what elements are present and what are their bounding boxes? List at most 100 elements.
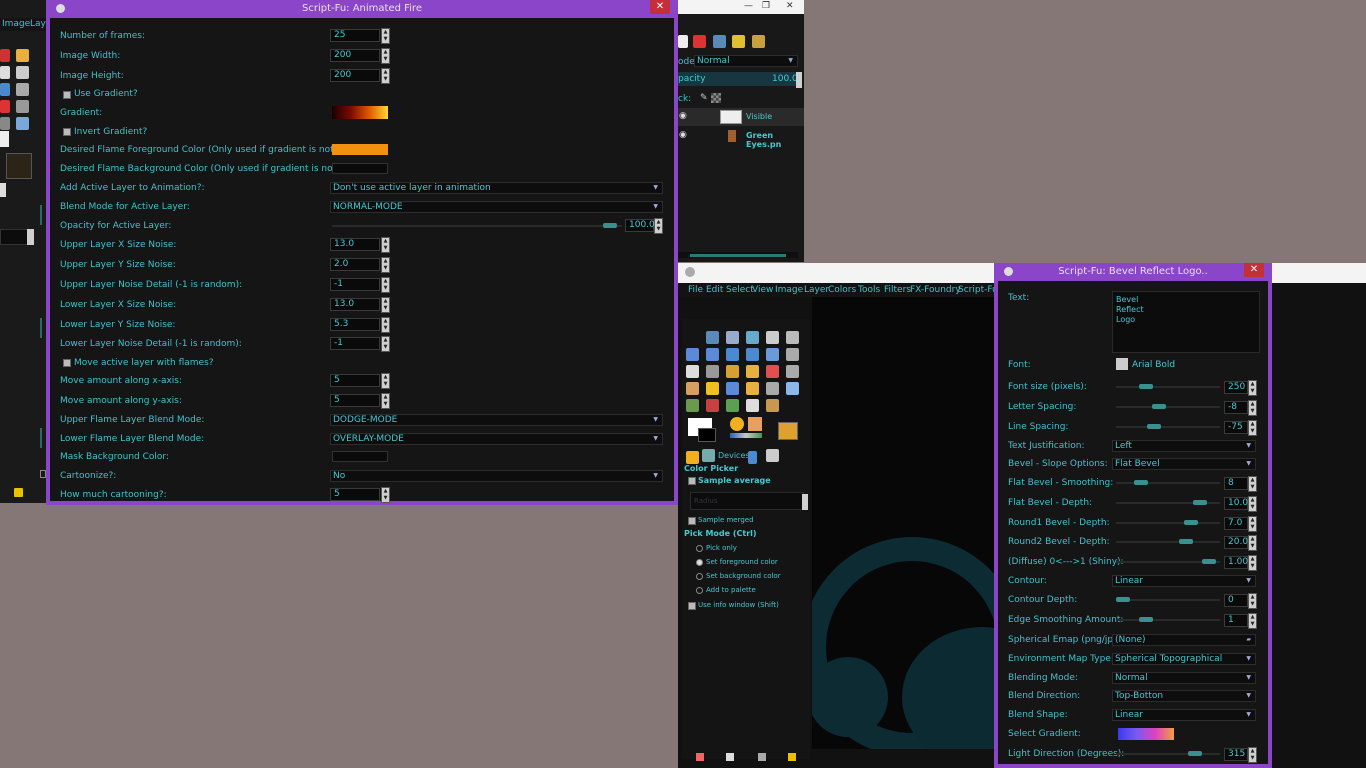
save-options-icon[interactable] [696, 753, 704, 761]
bevel-slider[interactable] [1116, 426, 1220, 428]
menu-select[interactable]: Select [726, 285, 754, 295]
animated-fire-titlebar[interactable]: Script-Fu: Animated Fire ✕ [50, 0, 674, 18]
channels-tab-icon[interactable] [693, 35, 706, 48]
invert-gradient-checkbox[interactable] [63, 128, 71, 136]
blend-icon[interactable] [706, 365, 719, 378]
gradient-icon[interactable] [706, 399, 719, 412]
bevel-value-stepper[interactable]: ▲ ▼ [1248, 476, 1257, 492]
image-width-stepper[interactable]: ▲ ▼ [381, 48, 390, 64]
bevel-slider[interactable] [1116, 482, 1220, 484]
bevel-slider[interactable] [1116, 541, 1220, 543]
flip-icon[interactable] [766, 348, 779, 361]
emap-file-chooser[interactable]: (None) ▰ [1112, 634, 1256, 646]
zoom-icon[interactable] [726, 331, 739, 344]
bevel-slider[interactable] [1116, 406, 1220, 408]
radius-stepper[interactable] [802, 494, 808, 510]
set-background-radio[interactable] [696, 573, 703, 580]
bevel-value-input[interactable]: -75 [1224, 421, 1248, 434]
image-height-stepper[interactable]: ▲ ▼ [381, 68, 390, 84]
scale-icon[interactable] [706, 348, 719, 361]
close-button[interactable]: ✕ [1244, 263, 1264, 277]
brush-preview[interactable] [0, 131, 9, 147]
use-info-window-label[interactable]: Use info window (Shift) [698, 601, 779, 609]
slider-handle[interactable] [1116, 597, 1130, 602]
bevel-value-input[interactable]: 1.00 [1224, 556, 1248, 569]
delete-options-icon[interactable] [758, 753, 766, 761]
pen-icon[interactable] [16, 66, 29, 79]
align-icon[interactable] [766, 331, 779, 344]
color-picker-icon[interactable] [726, 399, 739, 412]
bevel-value-stepper[interactable]: ▲ ▼ [1248, 496, 1257, 512]
paths-tab-icon[interactable] [713, 35, 726, 48]
flame-background-color-button[interactable] [332, 163, 388, 174]
heal-icon[interactable] [706, 382, 719, 395]
move-y-stepper[interactable]: ▲ ▼ [381, 393, 390, 409]
upper-x-noise-input[interactable]: 13.0 [330, 238, 380, 251]
maximize-button[interactable]: ❐ [762, 1, 770, 11]
upper-y-noise-stepper[interactable]: ▲ ▼ [381, 257, 390, 273]
bevel-value-input[interactable]: 315 [1224, 748, 1248, 761]
lower-y-noise-input[interactable]: 5.3 [330, 318, 380, 331]
brush-icon[interactable] [752, 35, 765, 48]
bevel-value-stepper[interactable]: ▲ ▼ [1248, 593, 1257, 609]
layer-row[interactable]: ◉ Green Eyes.pn [678, 127, 804, 149]
add-to-palette-radio[interactable] [696, 587, 703, 594]
active-image-thumbnail[interactable] [778, 422, 798, 440]
bevel-value-stepper[interactable]: ▲ ▼ [1248, 613, 1257, 629]
bevel-slider[interactable] [1116, 386, 1220, 388]
tool-icon[interactable] [16, 83, 29, 96]
pointer-icon[interactable] [748, 451, 757, 464]
label-invert-gradient[interactable]: Invert Gradient? [74, 127, 147, 137]
gradient-selector[interactable] [730, 433, 762, 438]
lower-y-noise-stepper[interactable]: ▲ ▼ [381, 317, 390, 333]
layer-name[interactable]: Green Eyes.pn [746, 131, 804, 149]
move-active-layer-checkbox[interactable] [63, 359, 71, 367]
blur-icon[interactable] [746, 382, 759, 395]
menu-fx-foundry[interactable]: FX-Foundry [910, 285, 961, 295]
slider-handle[interactable] [1147, 424, 1161, 429]
bevel-value-input[interactable]: 20.0 [1224, 536, 1248, 549]
move-x-stepper[interactable]: ▲ ▼ [381, 373, 390, 389]
horizontal-scrollbar[interactable] [678, 252, 798, 258]
tool-icon[interactable] [16, 117, 29, 130]
ink-icon[interactable] [686, 382, 699, 395]
slider-handle[interactable] [1152, 404, 1166, 409]
layer-name[interactable]: Visible [746, 112, 772, 121]
lower-x-noise-stepper[interactable]: ▲ ▼ [381, 297, 390, 313]
number-of-frames-stepper[interactable]: ▲ ▼ [381, 28, 390, 44]
sample-average-checkbox[interactable] [688, 477, 696, 485]
slider-handle[interactable] [1179, 539, 1193, 544]
opacity-stepper[interactable] [796, 72, 802, 88]
bevel-select[interactable]: Flat Bevel ▼ [1112, 458, 1256, 470]
gradient-preview-button[interactable] [332, 106, 388, 119]
bevel-select[interactable]: Linear ▼ [1112, 575, 1256, 587]
configure-tab-icon[interactable] [766, 449, 779, 462]
bevel-slider[interactable] [1116, 753, 1220, 755]
lower-noise-detail-input[interactable]: -1 [330, 337, 380, 350]
set-foreground-radio[interactable] [696, 559, 703, 566]
text-icon[interactable] [786, 348, 799, 361]
upper-noise-detail-stepper[interactable]: ▲ ▼ [381, 277, 390, 293]
airbrush-icon[interactable] [786, 365, 799, 378]
mask-background-color-button[interactable] [332, 451, 388, 462]
minimize-button[interactable]: — [744, 1, 753, 11]
pick-only-label[interactable]: Pick only [706, 544, 737, 552]
bevel-value-stepper[interactable]: ▲ ▼ [1248, 747, 1257, 763]
set-background-label[interactable]: Set background color [706, 572, 781, 580]
opacity-active-layer-stepper[interactable]: ▲ ▼ [654, 218, 663, 234]
bevel-value-stepper[interactable]: ▲ ▼ [1248, 420, 1257, 436]
layers-tab-icon[interactable] [678, 35, 688, 48]
image-thumbnail[interactable] [6, 153, 32, 179]
tool-icon[interactable] [0, 66, 10, 79]
set-foreground-label[interactable]: Set foreground color [706, 558, 778, 566]
opacity-active-layer-slider[interactable] [332, 225, 622, 227]
lock-alpha-icon[interactable] [711, 93, 721, 103]
upper-flame-blend-select[interactable]: DODGE-MODE ▼ [330, 414, 663, 426]
small-swatch[interactable] [0, 183, 6, 197]
bevel-value-input[interactable]: 250 [1224, 381, 1248, 394]
sample-merged-checkbox[interactable] [688, 517, 696, 525]
cartooning-amount-input[interactable]: 5 [330, 488, 380, 501]
layer-mode-select[interactable]: Normal ▼ [694, 55, 798, 67]
menu-filters[interactable]: Filters [884, 285, 911, 295]
bevel-value-input[interactable]: -8 [1224, 401, 1248, 414]
